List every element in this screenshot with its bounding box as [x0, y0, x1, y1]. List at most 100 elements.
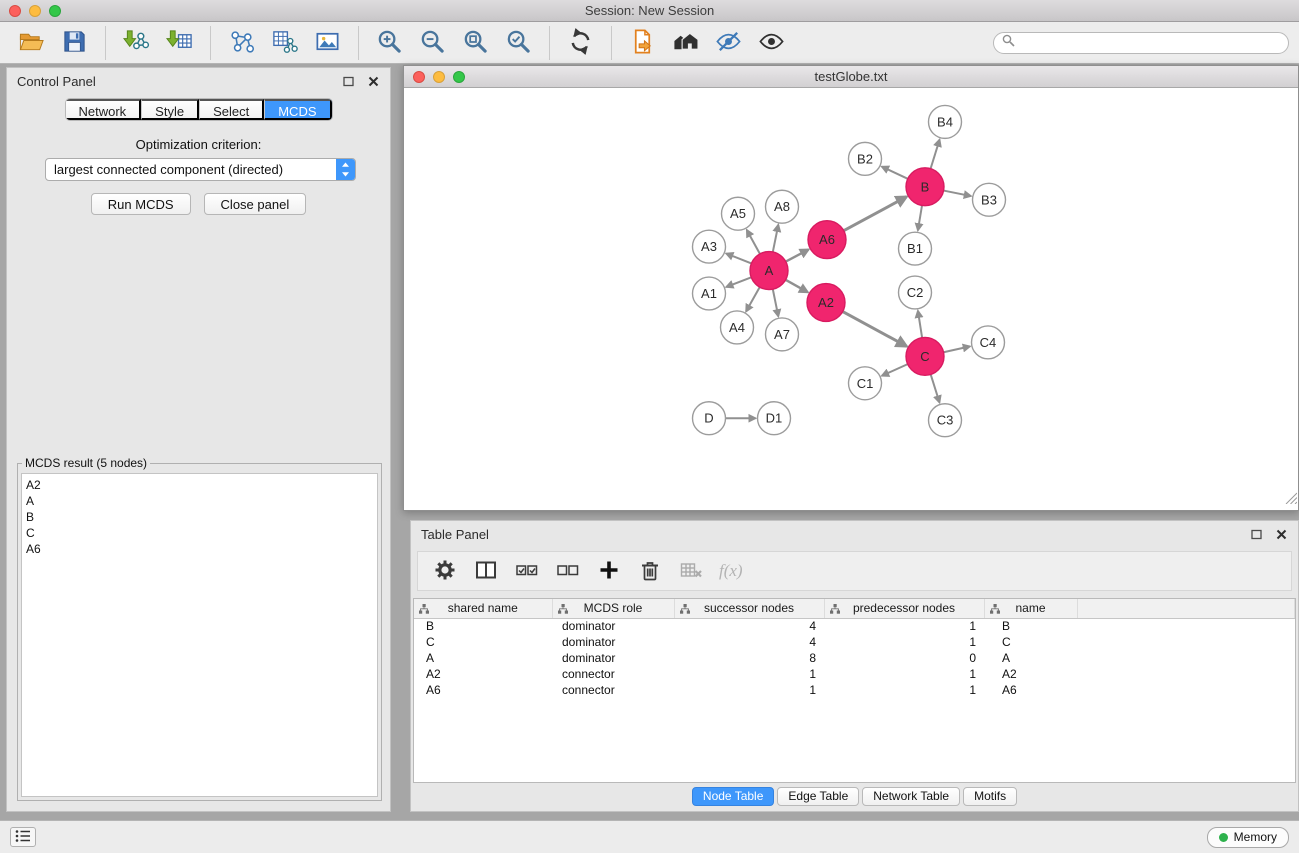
memory-label: Memory — [1234, 830, 1277, 844]
tab-node-table[interactable]: Node Table — [692, 787, 775, 806]
graph-edge-B-B3[interactable] — [944, 191, 971, 196]
attribute-icon — [680, 603, 690, 617]
column-header-mcds-role[interactable]: MCDS role — [552, 599, 674, 618]
graph-edge-A-A3[interactable] — [726, 254, 751, 264]
mcds-result-item[interactable]: C — [26, 525, 373, 541]
save-session-button[interactable] — [53, 26, 96, 60]
window-zoom-button[interactable] — [49, 5, 61, 17]
tab-network-table[interactable]: Network Table — [862, 787, 960, 806]
home-overview-button[interactable] — [664, 26, 707, 60]
delete-column-button[interactable] — [637, 558, 663, 584]
zoom-in-button[interactable] — [368, 26, 411, 60]
float-table-panel-button[interactable] — [1250, 528, 1263, 541]
zoom-fit-button[interactable] — [454, 26, 497, 60]
import-table-icon — [166, 28, 193, 58]
run-mcds-button[interactable]: Run MCDS — [91, 193, 191, 215]
task-history-button[interactable] — [10, 827, 36, 847]
tab-style[interactable]: Style — [141, 99, 199, 120]
table-row[interactable]: Cdominator41C — [414, 634, 1295, 650]
graph-edge-A-A8[interactable] — [773, 225, 779, 252]
node-table-container[interactable]: shared name MCDS role successor nodes — [413, 598, 1296, 783]
new-network-button[interactable] — [220, 26, 263, 60]
show-details-button[interactable] — [750, 26, 793, 60]
zoom-selected-button[interactable] — [497, 26, 540, 60]
graph-edge-B-B1[interactable] — [918, 206, 922, 231]
export-image-button[interactable] — [306, 26, 349, 60]
graph-edge-A-A5[interactable] — [747, 230, 760, 254]
table-cell: 8 — [674, 650, 824, 666]
add-column-button[interactable] — [596, 558, 622, 584]
table-settings-button[interactable] — [432, 558, 458, 584]
close-table-panel-button[interactable] — [1275, 528, 1288, 541]
column-header-predecessor-nodes[interactable]: predecessor nodes — [824, 599, 984, 618]
graph-edge-A-A4[interactable] — [746, 287, 760, 311]
graph-node-label-A8: A8 — [774, 199, 790, 214]
table-row[interactable]: Adominator80A — [414, 650, 1295, 666]
graph-edge-A-A1[interactable] — [726, 277, 751, 287]
delete-table-button[interactable] — [678, 558, 704, 584]
function-builder-button[interactable]: f(x) — [719, 558, 743, 584]
mcds-result-item[interactable]: A — [26, 493, 373, 509]
import-table-button[interactable] — [158, 26, 201, 60]
table-row[interactable]: Bdominator41B — [414, 618, 1295, 634]
list-icon — [15, 829, 31, 846]
tab-select[interactable]: Select — [199, 99, 264, 120]
graph-edge-C-C2[interactable] — [918, 311, 922, 338]
open-session-button[interactable] — [10, 26, 53, 60]
table-row[interactable]: A6connector11A6 — [414, 682, 1295, 698]
mcds-result-item[interactable]: A6 — [26, 541, 373, 557]
memory-status-icon — [1219, 833, 1228, 842]
graph-edge-B-B4[interactable] — [931, 140, 940, 169]
memory-button[interactable]: Memory — [1207, 827, 1289, 848]
network-zoom-button[interactable] — [453, 71, 465, 83]
graph-edge-B-B2[interactable] — [882, 167, 908, 179]
column-header-shared-name[interactable]: shared name — [414, 599, 552, 618]
close-panel-action-button[interactable]: Close panel — [204, 193, 307, 215]
table-row[interactable]: A2connector11A2 — [414, 666, 1295, 682]
column-header-name[interactable]: name — [984, 599, 1077, 618]
tab-mcds[interactable]: MCDS — [264, 99, 331, 120]
network-minimize-button[interactable] — [433, 71, 445, 83]
mcds-result-item[interactable]: B — [26, 509, 373, 525]
search-input[interactable] — [1020, 36, 1280, 50]
mcds-result-title: MCDS result (5 nodes) — [22, 456, 150, 470]
graph-edge-C-C3[interactable] — [931, 374, 940, 402]
save-floppy-icon — [61, 28, 88, 58]
table-cell: dominator — [552, 650, 674, 666]
network-canvas[interactable]: B4B2BB3A5A8A6B1A3AC2A1A2A4A7C4CC1C3DD1 — [404, 89, 1298, 510]
graph-edge-A2-C[interactable] — [843, 312, 907, 347]
zoom-out-button[interactable] — [411, 26, 454, 60]
mcds-result-list[interactable]: A2ABCA6 — [21, 473, 378, 797]
graph-node-label-B4: B4 — [937, 114, 953, 129]
refresh-button[interactable] — [559, 26, 602, 60]
network-from-table-button[interactable] — [263, 26, 306, 60]
column-header-successor-nodes[interactable]: successor nodes — [674, 599, 824, 618]
window-close-button[interactable] — [9, 5, 21, 17]
show-columns-button[interactable] — [473, 558, 499, 584]
tab-motifs[interactable]: Motifs — [963, 787, 1017, 806]
graph-edge-C-C1[interactable] — [882, 364, 908, 376]
graph-edge-A-A6[interactable] — [786, 250, 809, 262]
resize-grip-icon[interactable] — [1285, 491, 1297, 509]
import-network-button[interactable] — [115, 26, 158, 60]
table-cell: 1 — [824, 618, 984, 634]
control-panel-tabs: Network Style Select MCDS — [64, 98, 332, 121]
close-panel-button[interactable] — [367, 75, 380, 88]
open-document-button[interactable] — [621, 26, 664, 60]
tab-network[interactable]: Network — [65, 99, 141, 120]
window-minimize-button[interactable] — [29, 5, 41, 17]
select-all-button[interactable] — [514, 558, 540, 584]
tab-edge-table[interactable]: Edge Table — [777, 787, 859, 806]
graph-edge-A-A2[interactable] — [786, 280, 808, 292]
float-panel-button[interactable] — [342, 75, 355, 88]
graph-edge-A6-B[interactable] — [844, 197, 907, 231]
style-visibility-button[interactable] — [707, 26, 750, 60]
optimization-criterion-select[interactable]: largest connected component (directed) — [45, 158, 356, 181]
network-close-button[interactable] — [413, 71, 425, 83]
graph-edge-A-A7[interactable] — [773, 289, 779, 316]
graph-node-label-A3: A3 — [701, 239, 717, 254]
graph-node-label-B3: B3 — [981, 192, 997, 207]
mcds-result-item[interactable]: A2 — [26, 477, 373, 493]
deselect-all-button[interactable] — [555, 558, 581, 584]
graph-edge-C-C4[interactable] — [944, 346, 970, 352]
